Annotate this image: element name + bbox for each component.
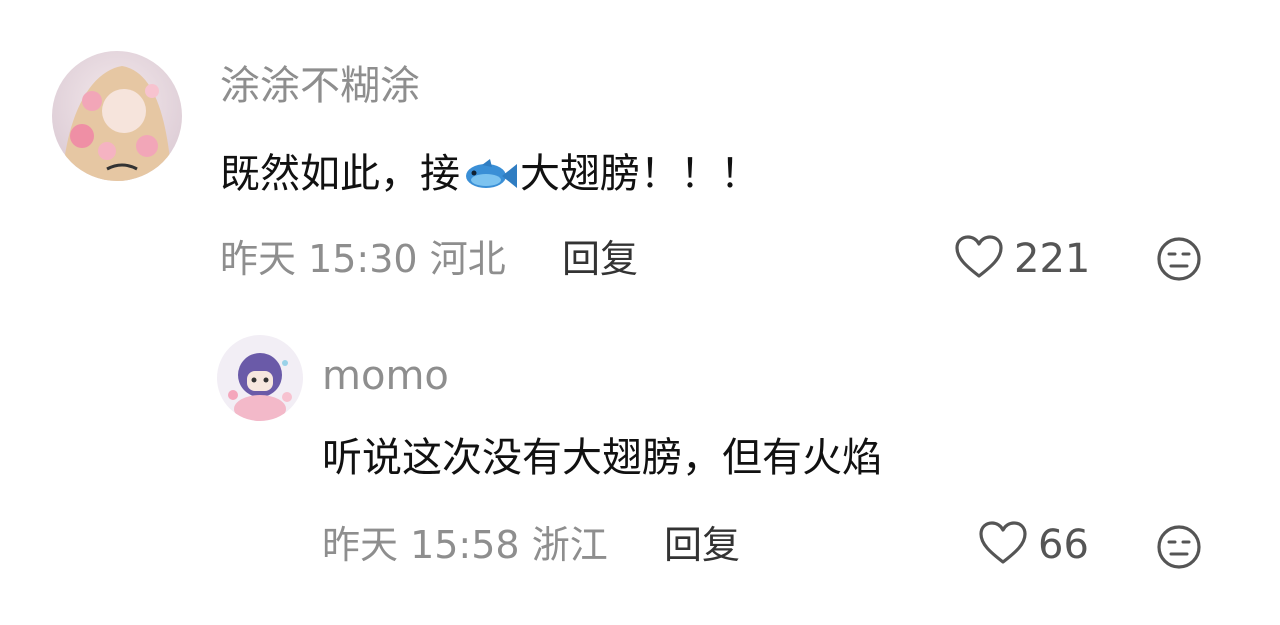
avatar-image (217, 335, 303, 421)
comment-location: 浙江 (531, 523, 608, 567)
comment-text-part: 既然如此，接 (220, 151, 460, 197)
like-count: 66 (1038, 522, 1089, 568)
username[interactable]: 涂涂不糊涂 (220, 60, 420, 112)
comment-meta: 昨天 15:30 河北 (220, 234, 506, 284)
like-button[interactable]: 66 (978, 520, 1089, 570)
neutral-face-icon (1157, 525, 1201, 569)
avatar-image (52, 51, 182, 181)
heart-icon (954, 235, 1004, 283)
comment-text: 既然如此，接 大翅膀！！！ (220, 148, 760, 206)
comment-location: 河北 (429, 237, 506, 281)
comment-item: 涂涂不糊涂 既然如此，接 大翅膀！！！ 昨天 15:30 河北 回复 221 (0, 0, 1280, 300)
reply-button[interactable]: 回复 (664, 520, 740, 570)
avatar[interactable] (217, 335, 303, 421)
comment-text: 听说这次没有大翅膀，但有火焰 (322, 435, 882, 481)
comment-meta: 昨天 15:58 浙江 (322, 520, 608, 570)
fish-icon (462, 154, 518, 206)
like-count: 221 (1014, 236, 1091, 282)
comment-text-part: 大翅膀！！！ (520, 151, 760, 197)
reply-button[interactable]: 回复 (562, 234, 638, 284)
comment-time: 昨天 15:58 (322, 523, 520, 567)
avatar[interactable] (52, 51, 182, 181)
heart-icon (978, 521, 1028, 569)
username[interactable]: momo (322, 350, 449, 402)
neutral-face-icon (1157, 237, 1201, 281)
like-button[interactable]: 221 (954, 234, 1090, 284)
dislike-face-button[interactable] (1156, 524, 1202, 570)
dislike-face-button[interactable] (1156, 236, 1202, 282)
comment-time: 昨天 15:30 (220, 237, 418, 281)
reply-comment-item: momo 听说这次没有大翅膀，但有火焰 昨天 15:58 浙江 回复 66 (0, 300, 1280, 625)
